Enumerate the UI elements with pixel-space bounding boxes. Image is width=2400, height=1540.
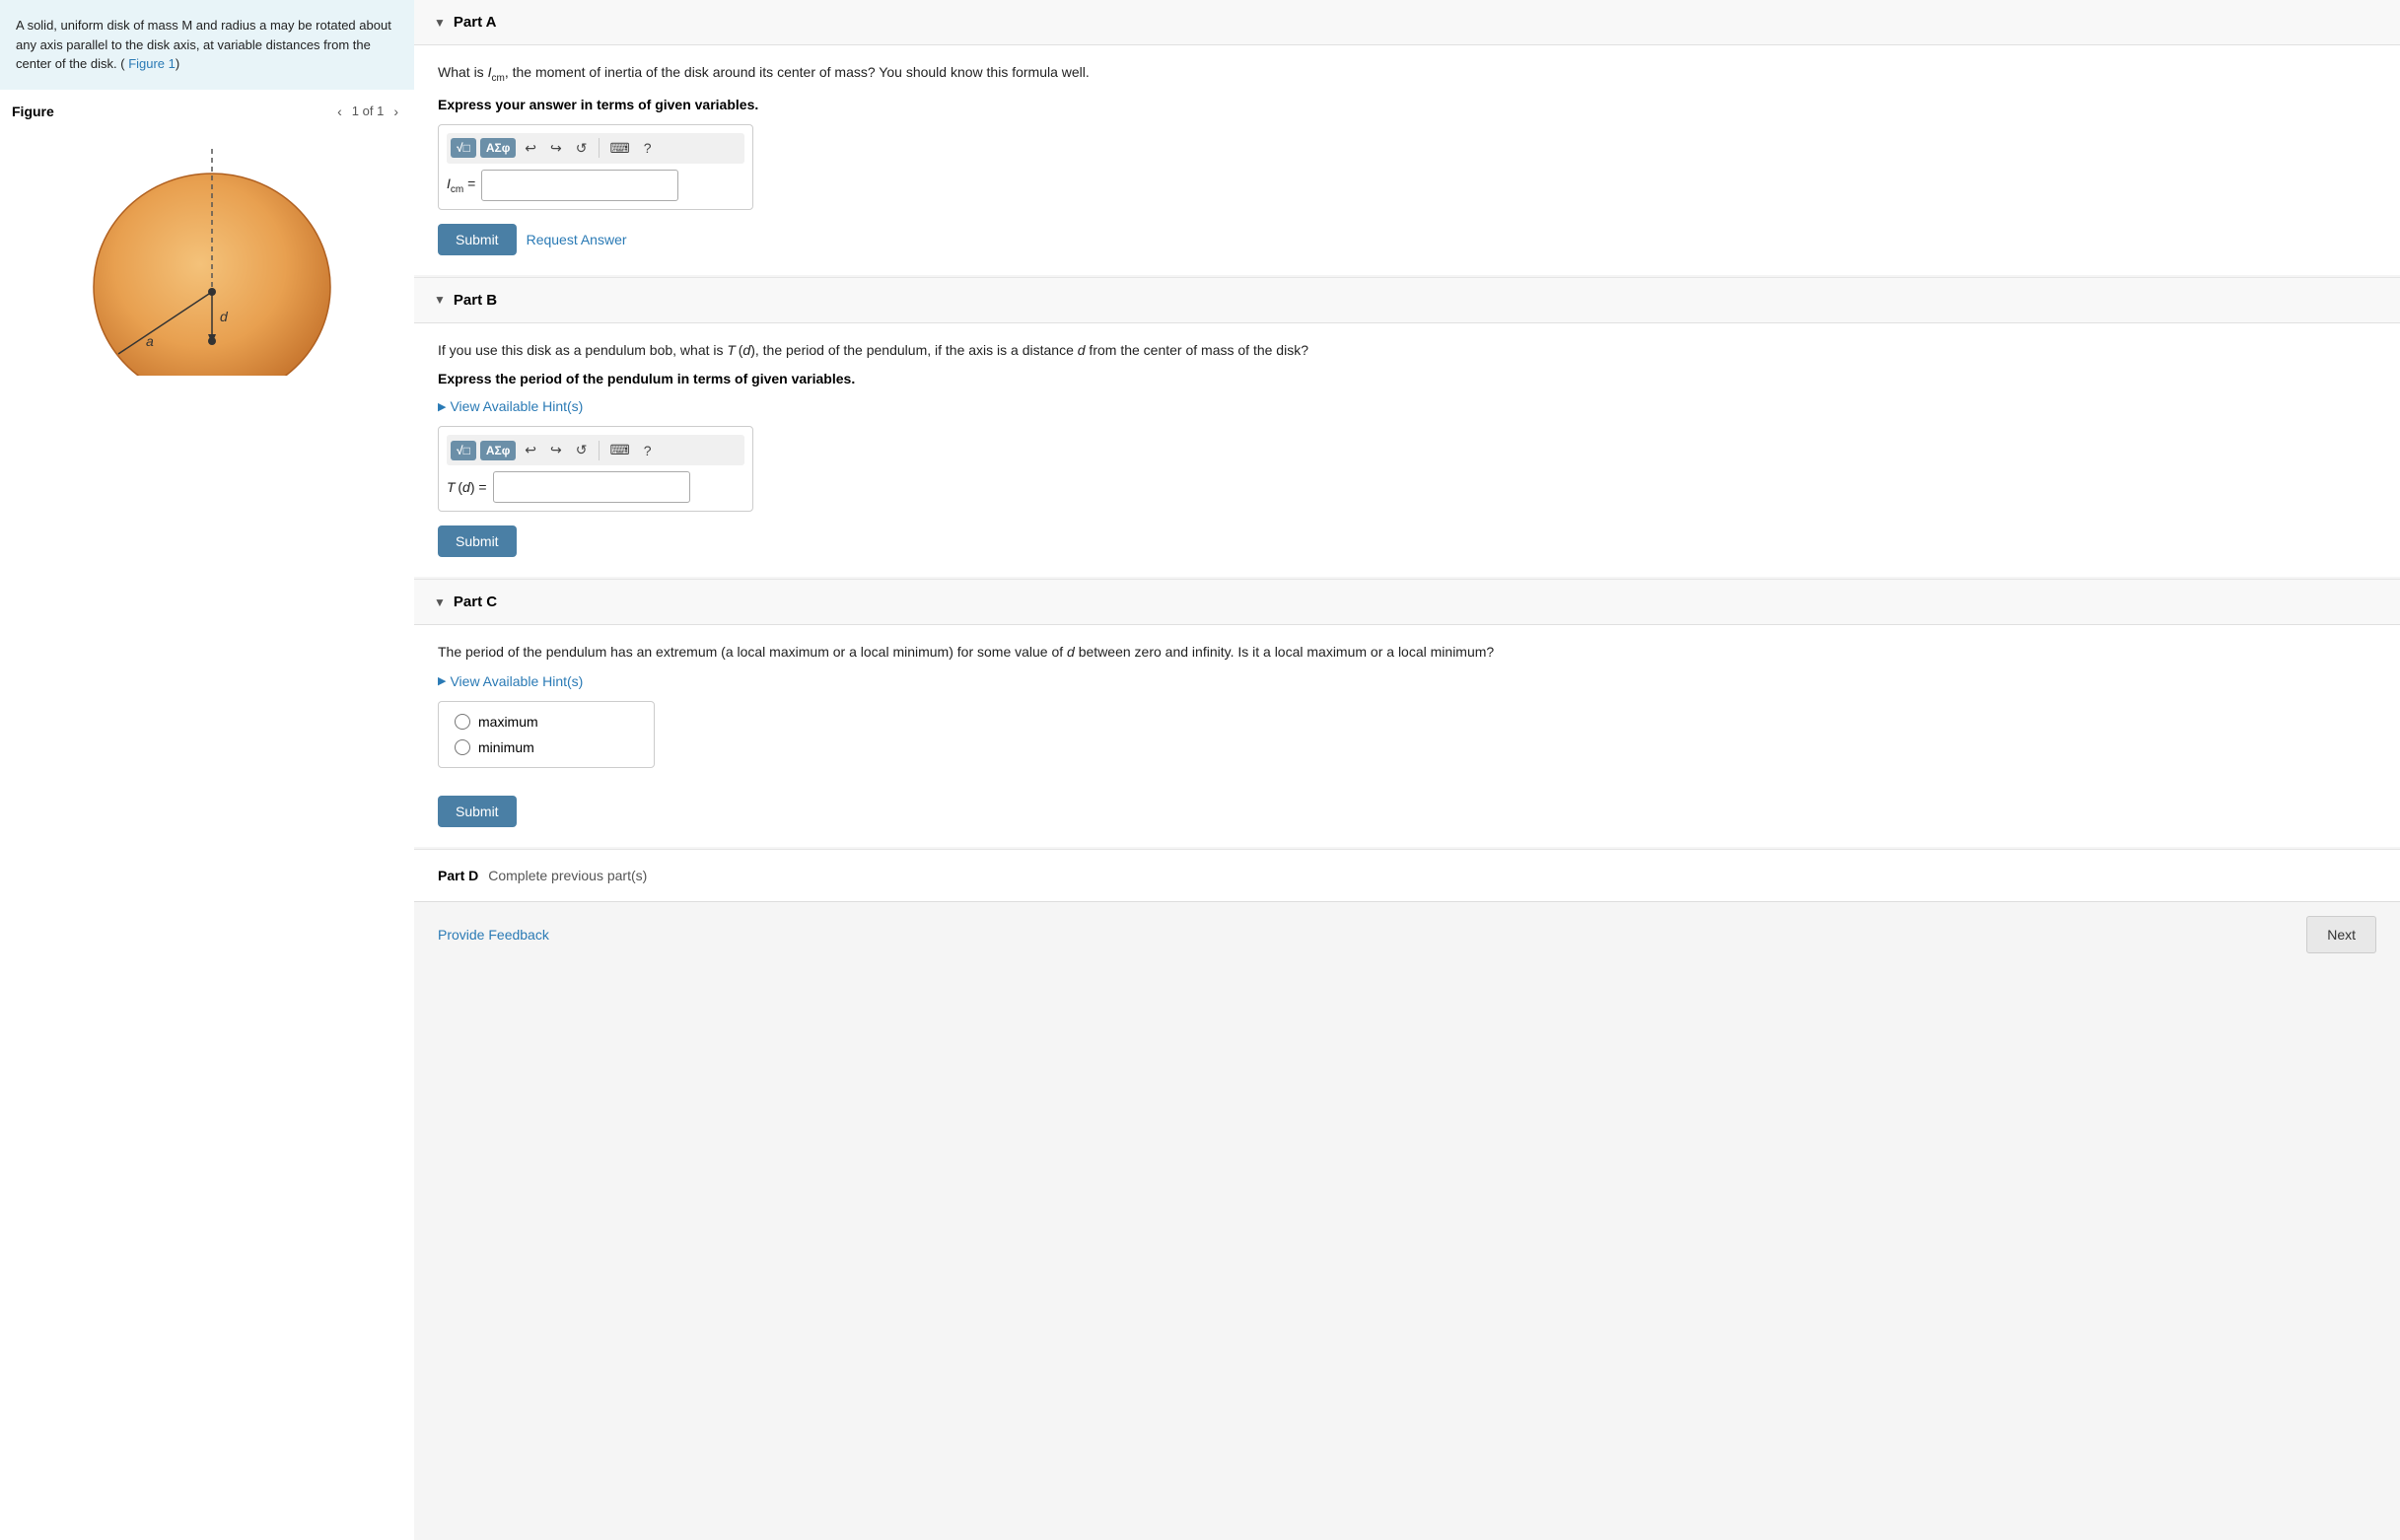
part-c-body: The period of the pendulum has an extrem… [414,625,2400,846]
figure-section: Figure ‹ 1 of 1 › [0,90,414,1540]
toolbar-keyboard-btn[interactable]: ⌨ [605,137,635,160]
toolbar-sqrt-btn[interactable]: √□ [451,138,476,158]
part-c-submit-button[interactable]: Submit [438,796,517,827]
problem-statement: A solid, uniform disk of mass M and radi… [0,0,414,90]
part-b-body: If you use this disk as a pendulum bob, … [414,323,2400,577]
part-b-toolbar-separator [599,441,600,460]
part-c-btn-row: Submit [438,796,2376,827]
right-panel: ▼ Part A What is Icm, the moment of iner… [414,0,2400,1540]
bottom-bar: Provide Feedback Next [414,901,2400,967]
figure-page: 1 of 1 [352,104,385,118]
part-c-radio-group: maximum minimum [438,701,655,768]
figure-title: Figure [12,104,54,119]
part-b-label: T (d) = [447,479,487,495]
part-c-question: The period of the pendulum has an extrem… [438,641,2376,663]
part-a-header: ▼ Part A [414,0,2400,45]
part-b-title: Part B [454,292,497,309]
figure-nav-controls: ‹ 1 of 1 › [333,102,402,121]
svg-text:d: d [220,309,229,324]
part-c-header: ▼ Part C [414,580,2400,625]
toolbar-separator [599,138,600,158]
toolbar-help-btn[interactable]: ? [639,137,657,159]
part-b-instruction: Express the period of the pendulum in te… [438,371,2376,386]
part-c-option-minimum[interactable]: minimum [455,739,638,755]
part-b-toolbar-sqrt-btn[interactable]: √□ [451,441,476,460]
figure-prev-button[interactable]: ‹ [333,102,346,121]
part-a-input-box: √□ ΑΣφ ↩ ↪ ↺ ⌨ ? Icm = [438,124,753,210]
part-b-header: ▼ Part B [414,278,2400,323]
part-c-radio-minimum[interactable] [455,739,470,755]
part-b-field-row: T (d) = [447,471,744,503]
part-c-hint-arrow: ▶ [438,674,446,687]
figure-link[interactable]: Figure 1 [128,56,176,71]
part-c-option-maximum[interactable]: maximum [455,714,638,730]
toolbar-reset-btn[interactable]: ↺ [571,137,593,160]
svg-text:a: a [146,333,154,349]
part-a-request-answer-link[interactable]: Request Answer [527,232,627,247]
provide-feedback-link[interactable]: Provide Feedback [438,927,549,943]
part-a-arrow: ▼ [434,16,446,30]
part-c-title: Part C [454,594,497,610]
part-c-minimum-label: minimum [478,739,534,755]
part-b-hint-label: View Available Hint(s) [450,398,583,414]
part-b-input[interactable] [493,471,690,503]
part-a-instruction: Express your answer in terms of given va… [438,97,2376,112]
part-b-toolbar: √□ ΑΣφ ↩ ↪ ↺ ⌨ ? [447,435,744,465]
part-b-question: If you use this disk as a pendulum bob, … [438,339,2376,361]
part-a-field-row: Icm = [447,170,744,201]
part-b-toolbar-greek-btn[interactable]: ΑΣφ [480,441,516,460]
part-c-hint-link[interactable]: ▶ View Available Hint(s) [438,673,2376,689]
part-b-submit-button[interactable]: Submit [438,525,517,557]
part-a-question: What is Icm, the moment of inertia of th… [438,61,2376,87]
toolbar-undo-btn[interactable]: ↩ [520,137,541,160]
part-b-hint-arrow: ▶ [438,400,446,413]
part-b-hint-link[interactable]: ▶ View Available Hint(s) [438,398,2376,414]
part-b-toolbar-redo-btn[interactable]: ↪ [545,439,567,461]
part-c-hint-label: View Available Hint(s) [450,673,583,689]
part-b-toolbar-undo-btn[interactable]: ↩ [520,439,541,461]
part-a-toolbar: √□ ΑΣφ ↩ ↪ ↺ ⌨ ? [447,133,744,164]
part-a-label: Icm = [447,175,475,195]
part-c-arrow: ▼ [434,595,446,609]
part-c-radio-maximum[interactable] [455,714,470,730]
figure-next-button[interactable]: › [389,102,402,121]
part-a-btn-row: Submit Request Answer [438,224,2376,255]
part-c-section: ▼ Part C The period of the pendulum has … [414,580,2400,846]
toolbar-redo-btn[interactable]: ↪ [545,137,567,160]
disk-svg: d a [59,139,355,376]
part-b-toolbar-help-btn[interactable]: ? [639,440,657,461]
part-d-row: Part D Complete previous part(s) [414,850,2400,901]
part-b-section: ▼ Part B If you use this disk as a pendu… [414,278,2400,577]
next-button[interactable]: Next [2306,916,2376,953]
part-a-title: Part A [454,14,497,31]
disk-figure: d a [12,129,402,385]
toolbar-greek-btn[interactable]: ΑΣφ [480,138,516,158]
part-b-arrow: ▼ [434,293,446,307]
part-a-section: ▼ Part A What is Icm, the moment of iner… [414,0,2400,275]
part-d-text: Complete previous part(s) [488,868,647,883]
part-b-btn-row: Submit [438,525,2376,557]
part-a-input[interactable] [481,170,678,201]
part-b-toolbar-reset-btn[interactable]: ↺ [571,439,593,461]
part-a-submit-button[interactable]: Submit [438,224,517,255]
part-d-title: Part D [438,868,478,883]
part-b-input-box: √□ ΑΣφ ↩ ↪ ↺ ⌨ ? T (d) = [438,426,753,512]
part-a-body: What is Icm, the moment of inertia of th… [414,45,2400,275]
part-c-maximum-label: maximum [478,714,538,730]
part-b-toolbar-keyboard-btn[interactable]: ⌨ [605,439,635,461]
